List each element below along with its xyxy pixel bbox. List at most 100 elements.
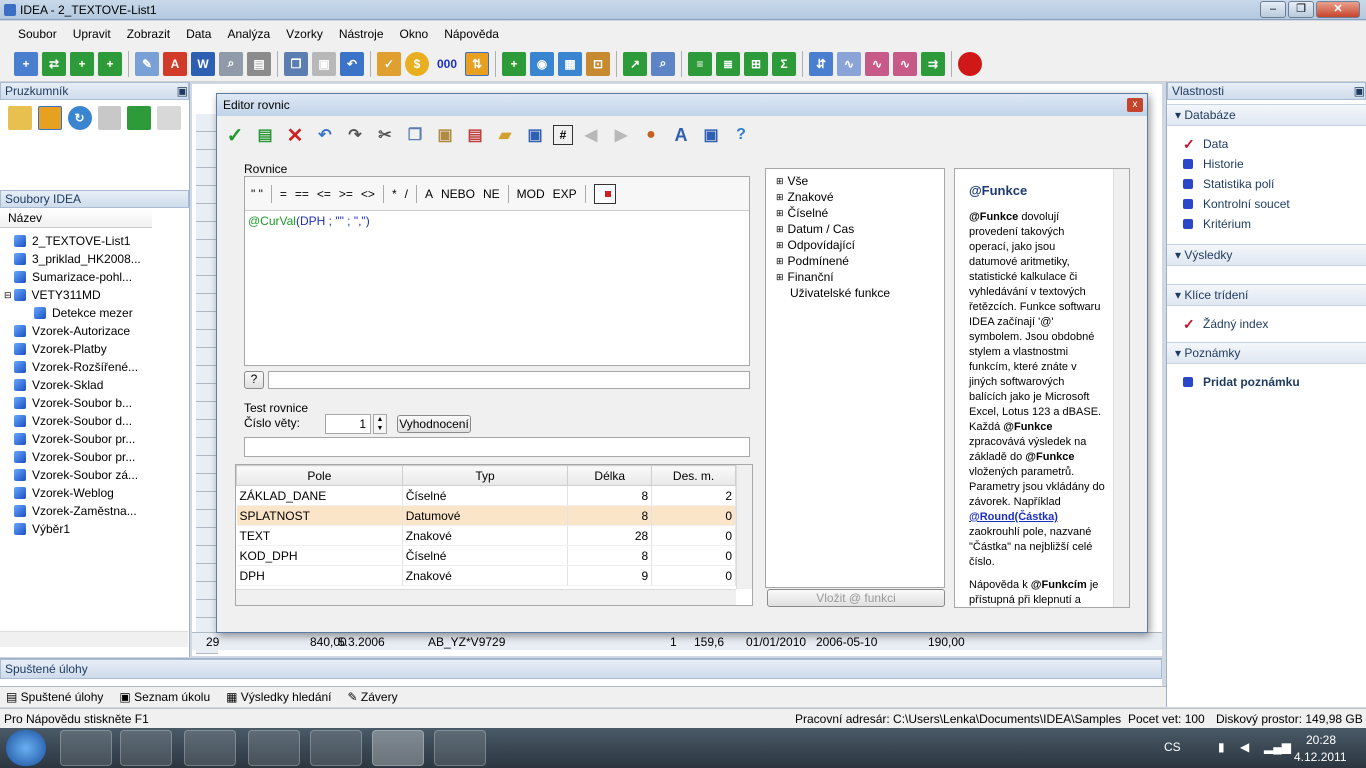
tree-item[interactable]: Vzorek-Soubor pr... bbox=[14, 448, 189, 466]
menu-data[interactable]: Data bbox=[178, 27, 219, 41]
field-add-icon[interactable]: + bbox=[502, 51, 526, 76]
import-icon[interactable]: ⇄ bbox=[42, 51, 66, 76]
undo-icon[interactable]: ↶ bbox=[340, 51, 364, 76]
tree-item[interactable]: Vzorek-Sklad bbox=[14, 376, 189, 394]
print-preview-icon[interactable]: ⌕ bbox=[219, 51, 243, 76]
op-le[interactable]: <= bbox=[317, 187, 331, 201]
cancel-x-icon[interactable]: ✕ bbox=[283, 123, 307, 147]
fields-hscrollbar[interactable] bbox=[236, 589, 736, 605]
print-icon[interactable]: ▤ bbox=[247, 51, 271, 76]
word-icon[interactable] bbox=[310, 730, 362, 766]
op-assign[interactable]: = bbox=[280, 187, 287, 201]
prop-zadny-index[interactable]: ✓ Žádný index bbox=[1167, 314, 1366, 334]
table-row[interactable]: ZÁKLAD_DANE Číselné 8 2 bbox=[236, 485, 736, 506]
menu-zobrazit[interactable]: Zobrazit bbox=[119, 27, 178, 41]
tree-item[interactable]: Vzorek-Soubor pr... bbox=[14, 430, 189, 448]
signal-icon[interactable]: ▂▄▆ bbox=[1264, 740, 1291, 754]
tree-item[interactable]: Sumarizace-pohl... bbox=[14, 268, 189, 286]
col-header-des[interactable]: Des. m. bbox=[651, 465, 736, 486]
validate-icon[interactable]: ▤ bbox=[253, 123, 277, 147]
explorer-icon[interactable] bbox=[184, 730, 236, 766]
section-poznamky[interactable]: ▾ Poznámky bbox=[1167, 342, 1366, 364]
prop-historie[interactable]: Historie bbox=[1167, 154, 1366, 174]
col-header-pole[interactable]: Pole bbox=[236, 465, 403, 486]
open-icon[interactable]: ▰ bbox=[493, 123, 517, 147]
back-icon[interactable]: ◀ bbox=[579, 123, 603, 147]
prop-statistika[interactable]: Statistika polí bbox=[1167, 174, 1366, 194]
menu-analyza[interactable]: Analýza bbox=[219, 27, 278, 41]
benford-icon[interactable]: ∿ bbox=[837, 51, 861, 76]
field-picker-icon[interactable] bbox=[593, 183, 616, 204]
evaluate-button[interactable]: Vyhodnocení bbox=[397, 415, 471, 433]
ok-check-icon[interactable]: ✓ bbox=[223, 123, 247, 147]
table-row[interactable]: TEXT Znakové 28 0 bbox=[236, 525, 736, 546]
pdf-icon[interactable]: A bbox=[163, 51, 187, 76]
collapse-icon[interactable]: ⊟ bbox=[4, 286, 12, 304]
equation-help-button[interactable]: ? bbox=[244, 371, 264, 389]
tree-item[interactable]: Vzorek-Weblog bbox=[14, 484, 189, 502]
tab-task-list[interactable]: ▣ Seznam úkolu bbox=[119, 690, 210, 704]
database-icon[interactable]: ◉ bbox=[530, 51, 554, 76]
numbers-icon[interactable]: 000 bbox=[433, 52, 461, 76]
sort-icon[interactable]: ⇅ bbox=[465, 51, 489, 76]
sum-icon[interactable]: Σ bbox=[772, 51, 796, 76]
table-row[interactable]: KOD_DPH Číselné 8 0 bbox=[236, 545, 736, 566]
prop-kontrolni-soucet[interactable]: Kontrolní soucet bbox=[1167, 194, 1366, 214]
tree-item[interactable]: Vzorek-Soubor d... bbox=[14, 412, 189, 430]
search-icon[interactable]: ⌕ bbox=[651, 51, 675, 76]
cut-icon[interactable]: ✂ bbox=[373, 123, 397, 147]
name-column-header[interactable]: Název bbox=[0, 208, 152, 228]
fields-vscrollbar[interactable] bbox=[736, 465, 752, 589]
tree-item[interactable]: Výběr1 bbox=[14, 520, 189, 538]
start-button[interactable] bbox=[6, 730, 46, 766]
tree-item[interactable]: Vzorek-Platby bbox=[14, 340, 189, 358]
messenger-icon[interactable] bbox=[248, 730, 300, 766]
tree-item[interactable]: Vzorek-Zaměstna... bbox=[14, 502, 189, 520]
internet-explorer-icon[interactable] bbox=[434, 730, 486, 766]
data-grid-row[interactable]: 29 840,00 5.3.2006 AB_YZ*V9729 1 159,6 0… bbox=[192, 632, 1162, 650]
category-item[interactable]: ⊞ Datum / Cas bbox=[776, 221, 944, 237]
record-stop-icon[interactable] bbox=[958, 51, 982, 76]
duplicate-icon[interactable]: ⊞ bbox=[744, 51, 768, 76]
section-vysledky[interactable]: ▾ Výsledky bbox=[1167, 244, 1366, 266]
table-icon[interactable]: ▦ bbox=[558, 51, 582, 76]
currency-icon[interactable]: $ bbox=[405, 51, 429, 76]
op-not[interactable]: NE bbox=[483, 187, 500, 201]
tree-item[interactable]: Vzorek-Autorizace bbox=[14, 322, 189, 340]
add-file-icon[interactable] bbox=[127, 106, 152, 130]
category-item[interactable]: ⊞ Finanční bbox=[776, 269, 944, 285]
op-quotes[interactable]: " " bbox=[251, 187, 263, 201]
hash-icon[interactable]: # bbox=[553, 125, 573, 145]
tree-item[interactable]: 3_priklad_HK2008... bbox=[14, 250, 189, 268]
menu-soubor[interactable]: Soubor bbox=[10, 27, 65, 41]
marker-icon[interactable]: ● bbox=[639, 123, 663, 147]
delete-icon[interactable]: ▤ bbox=[463, 123, 487, 147]
folder-icon[interactable] bbox=[8, 106, 32, 130]
tab-conclusions[interactable]: ✎ Závery bbox=[348, 690, 398, 704]
tree-item[interactable]: Vzorek-Rozšířené... bbox=[14, 358, 189, 376]
op-multiply[interactable]: * bbox=[392, 187, 397, 201]
trend-icon[interactable]: ∿ bbox=[865, 51, 889, 76]
join-icon[interactable]: + bbox=[70, 51, 94, 76]
undo-icon[interactable]: ↶ bbox=[313, 123, 337, 147]
menu-napoveda[interactable]: Nápověda bbox=[436, 27, 507, 41]
clock-time[interactable]: 20:28 bbox=[1306, 733, 1336, 747]
category-item[interactable]: ⊞ Číselné bbox=[776, 205, 944, 221]
paste-icon[interactable]: ▣ bbox=[433, 123, 457, 147]
help-link[interactable]: @Round(Částka) bbox=[969, 511, 1058, 523]
help-topic-icon[interactable]: ▣ bbox=[699, 123, 723, 147]
dialog-close-button[interactable]: x bbox=[1127, 98, 1143, 112]
prop-pridat-poznamku[interactable]: Pridat poznámku bbox=[1167, 372, 1366, 392]
summarize-icon[interactable]: ≡ bbox=[688, 51, 712, 76]
copy-icon[interactable]: ❐ bbox=[403, 123, 427, 147]
idea-icon[interactable] bbox=[372, 730, 424, 766]
minimize-button[interactable]: – bbox=[1260, 1, 1286, 18]
delete-icon[interactable] bbox=[157, 106, 181, 130]
op-mod[interactable]: MOD bbox=[517, 187, 545, 201]
copy-icon[interactable]: ❐ bbox=[284, 51, 308, 76]
record-spinner[interactable]: ▲ ▼ bbox=[373, 414, 387, 434]
explorer-hscrollbar[interactable] bbox=[0, 631, 188, 647]
help-icon[interactable]: ? bbox=[729, 123, 753, 147]
insert-function-button[interactable]: Vložit @ funkci bbox=[767, 589, 945, 607]
font-icon[interactable]: A bbox=[669, 123, 693, 147]
